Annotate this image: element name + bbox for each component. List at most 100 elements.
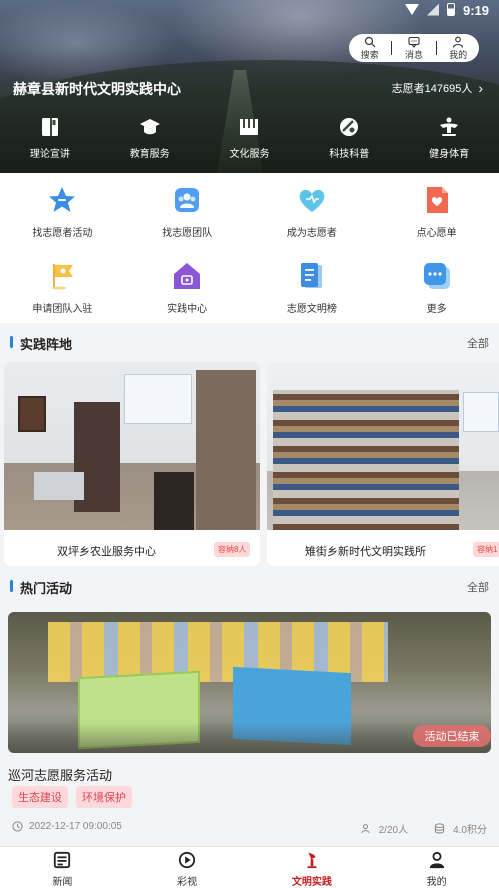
- activity-tag: 生态建设: [12, 786, 68, 808]
- mine-label: 我的: [449, 49, 468, 60]
- activity-meta: 2022-12-17 09:00:05 2/20人 4.0积分: [12, 821, 487, 836]
- section-accent-bar: [10, 580, 13, 592]
- service-label: 成为志愿者: [286, 228, 337, 239]
- service-apply-team[interactable]: 申请团队入驻: [0, 261, 125, 315]
- status-time: 9:19: [462, 3, 489, 18]
- category-label: 文化服务: [229, 149, 270, 160]
- team-icon: [175, 188, 200, 212]
- capacity-badge: 容纳8人: [214, 542, 251, 557]
- star-icon: [49, 187, 76, 212]
- category-education[interactable]: 教育服务: [100, 116, 200, 166]
- tab-label: 新闻: [52, 877, 73, 888]
- search-icon: [364, 36, 376, 47]
- message-button[interactable]: 消息: [394, 36, 434, 61]
- service-grid: 找志愿者活动 找志愿团队 成为志愿者 点心愿单 申请团队入驻 实践中心 志愿文明…: [0, 173, 499, 323]
- practice-photo: [4, 362, 260, 530]
- search-button[interactable]: 搜索: [350, 36, 390, 61]
- category-fitness[interactable]: 健身体育: [399, 116, 499, 166]
- category-row: 理论宣讲 教育服务 文化服务 科技科普 健身体育: [0, 116, 499, 166]
- activity-points: 4.0积分: [453, 825, 487, 836]
- practice-card[interactable]: 双坪乡农业服务中心 容纳8人: [4, 362, 260, 566]
- category-label: 健身体育: [429, 149, 470, 160]
- activity-participants: 2/20人: [378, 825, 409, 836]
- mine-button[interactable]: 我的: [438, 36, 478, 61]
- points-icon: [434, 823, 445, 834]
- service-label: 更多: [426, 304, 447, 315]
- participants-icon: [360, 824, 370, 834]
- flag-icon: [52, 264, 74, 290]
- org-title: 赫章县新时代文明实践中心: [13, 81, 181, 97]
- tab-mine[interactable]: 我的: [374, 847, 499, 888]
- message-icon: [408, 36, 420, 48]
- service-find-activity[interactable]: 找志愿者活动: [0, 185, 125, 239]
- service-find-team[interactable]: 找志愿团队: [125, 185, 250, 239]
- service-practice-center[interactable]: 实践中心: [125, 261, 250, 315]
- home-icon: [174, 263, 201, 289]
- chevron-right-icon: ›: [478, 80, 483, 96]
- more-icon: [423, 263, 450, 289]
- battery-icon: [447, 3, 455, 16]
- practice-view-all-link[interactable]: 全部: [467, 335, 489, 351]
- category-culture[interactable]: 文化服务: [200, 116, 300, 166]
- service-label: 实践中心: [167, 304, 208, 315]
- activity-view-all-link[interactable]: 全部: [467, 579, 489, 595]
- person-icon: [453, 36, 464, 48]
- practice-card[interactable]: 雉街乡新时代文明实践所 容纳1: [267, 362, 499, 566]
- wifi-icon: [405, 4, 419, 15]
- category-label: 科技科普: [329, 149, 370, 160]
- activity-tag: 环境保护: [76, 786, 132, 808]
- tab-label: 彩视: [177, 877, 198, 888]
- search-label: 搜索: [360, 49, 379, 60]
- graduation-cap-icon: [139, 119, 160, 135]
- service-label: 申请团队入驻: [32, 304, 93, 315]
- volunteer-count-link[interactable]: 志愿者147695人 ›: [392, 80, 483, 96]
- clock-icon: [12, 821, 23, 832]
- service-wish-list[interactable]: 点心愿单: [374, 185, 499, 239]
- tab-civilization-practice[interactable]: 文明实践: [250, 847, 375, 888]
- activity-tags: 生态建设 环境保护: [12, 786, 132, 808]
- fitness-icon: [440, 117, 459, 136]
- message-label: 消息: [404, 49, 423, 60]
- tab-video[interactable]: 彩视: [125, 847, 250, 888]
- category-label: 理论宣讲: [29, 149, 70, 160]
- news-icon: [54, 851, 71, 869]
- bottom-tab-bar: 新闻 彩视 文明实践 我的: [0, 846, 499, 888]
- piano-icon: [240, 119, 259, 135]
- service-more[interactable]: 更多: [374, 261, 499, 315]
- book-icon: [41, 118, 58, 136]
- tab-news[interactable]: 新闻: [0, 847, 125, 888]
- document-icon: [300, 263, 322, 288]
- activity-title[interactable]: 巡河志愿服务活动: [8, 765, 112, 784]
- service-become-volunteer[interactable]: 成为志愿者: [250, 185, 375, 239]
- practice-photo: [267, 362, 499, 530]
- service-label: 志愿文明榜: [286, 304, 337, 315]
- category-theory[interactable]: 理论宣讲: [0, 116, 100, 166]
- tab-label: 文明实践: [291, 877, 332, 888]
- activity-status-badge: 活动已结束: [413, 725, 491, 747]
- capacity-badge: 容纳1: [473, 542, 499, 557]
- signal-icon: [427, 3, 439, 16]
- torch-icon: [307, 852, 317, 869]
- activity-time: 2022-12-17 09:00:05: [29, 821, 122, 832]
- service-label: 找志愿团队: [162, 228, 213, 239]
- satellite-icon: [340, 118, 359, 136]
- play-icon: [179, 851, 196, 869]
- section-accent-bar: [10, 336, 13, 348]
- practice-name: 双坪乡农业服务中心: [57, 546, 156, 558]
- practice-section-header: 实践阵地 全部: [0, 332, 499, 354]
- service-honor-board[interactable]: 志愿文明榜: [250, 261, 375, 315]
- status-bar: 9:19: [0, 0, 499, 22]
- section-title: 热门活动: [20, 581, 73, 596]
- activity-section-header: 热门活动 全部: [0, 576, 499, 598]
- top-action-pill: 搜索 消息 我的: [349, 34, 479, 62]
- service-label: 找志愿者活动: [32, 228, 93, 239]
- tab-label: 我的: [426, 877, 447, 888]
- wish-list-icon: [426, 187, 448, 213]
- category-label: 教育服务: [129, 149, 170, 160]
- service-label: 点心愿单: [416, 228, 457, 239]
- category-science[interactable]: 科技科普: [299, 116, 399, 166]
- section-title: 实践阵地: [20, 337, 73, 352]
- volunteer-count: 志愿者147695人: [391, 83, 473, 95]
- practice-name: 雉街乡新时代文明实践所: [305, 546, 426, 558]
- heart-icon: [299, 189, 325, 212]
